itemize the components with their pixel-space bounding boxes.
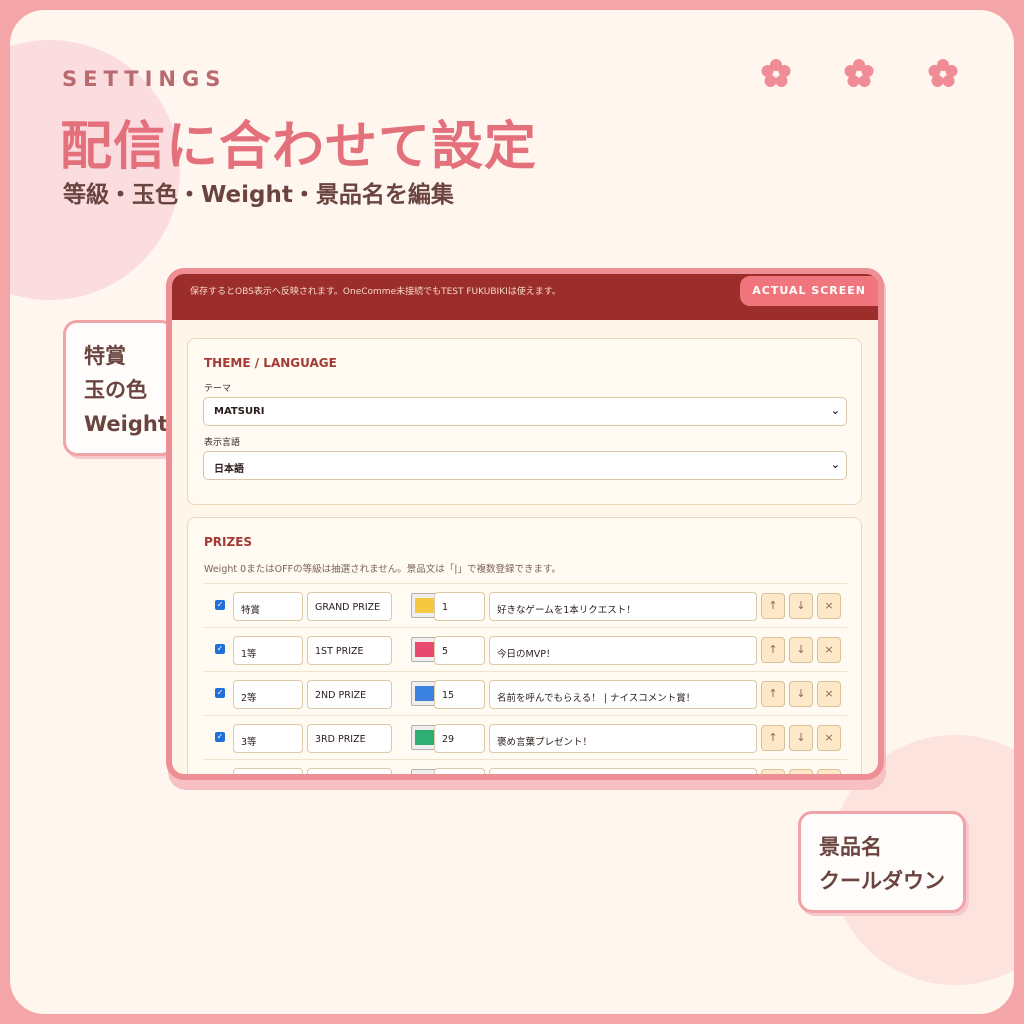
theme-select[interactable]: MATSURI ⌄ bbox=[203, 397, 847, 426]
grade-input[interactable]: 1等 bbox=[233, 636, 303, 665]
ball-color-swatch bbox=[415, 774, 437, 780]
weight-input[interactable]: 15 bbox=[434, 680, 485, 709]
chevron-down-icon: ⌄ bbox=[830, 404, 840, 417]
callout-item: クールダウン bbox=[819, 869, 945, 893]
arrow-down-icon[interactable]: ↓ bbox=[789, 769, 813, 774]
prizes-note: Weight 0またはOFFの等級は抽選されません。景品文は「|」で複数登録でき… bbox=[204, 564, 562, 575]
prize-row: ✓ 3等 3RD PRIZE 29 褒め言葉プレゼント！ ↑ ↓ × bbox=[203, 715, 847, 759]
close-icon[interactable]: × bbox=[817, 769, 841, 774]
theme-panel-title: THEME / LANGUAGE bbox=[204, 356, 337, 370]
prize-row: ✓ 特賞 GRAND PRIZE 1 好きなゲームを1本リクエスト！ ↑ ↓ × bbox=[203, 583, 847, 627]
sakura-icon bbox=[760, 58, 792, 90]
enabled-checkbox[interactable]: ✓ bbox=[215, 644, 225, 654]
feature-callout-left: 特賞 玉の色 Weight bbox=[63, 320, 175, 456]
chevron-down-icon: ⌄ bbox=[830, 458, 840, 471]
grade-input[interactable] bbox=[233, 768, 303, 774]
prize-name-input[interactable] bbox=[307, 768, 392, 774]
arrow-down-icon[interactable]: ↓ bbox=[789, 637, 813, 663]
eyebrow-label: SETTINGS bbox=[62, 67, 227, 91]
notice-text: 保存するとOBS表示へ反映されます。OneComme未接続でもTEST FUKU… bbox=[190, 287, 561, 297]
enabled-checkbox[interactable]: ✓ bbox=[215, 688, 225, 698]
enabled-checkbox[interactable]: ✓ bbox=[215, 732, 225, 742]
arrow-up-icon[interactable]: ↑ bbox=[761, 593, 785, 619]
weight-input[interactable]: 1 bbox=[434, 592, 485, 621]
language-select[interactable]: 日本語 ⌄ bbox=[203, 451, 847, 480]
actual-screen: 保存するとOBS表示へ反映されます。OneComme未接続でもTEST FUKU… bbox=[166, 268, 884, 780]
close-icon[interactable]: × bbox=[817, 637, 841, 663]
prize-text-input[interactable]: 好きなゲームを1本リクエスト！ bbox=[489, 592, 757, 621]
feature-callout-right: 景品名 クールダウン bbox=[798, 811, 966, 913]
arrow-up-icon[interactable]: ↑ bbox=[761, 637, 785, 663]
prize-name-input[interactable]: 2ND PRIZE bbox=[307, 680, 392, 709]
page-title: 配信に合わせて設定 bbox=[60, 117, 538, 177]
enabled-checkbox[interactable]: ✓ bbox=[215, 776, 225, 780]
prize-text-input[interactable]: 褒め言葉プレゼント！ bbox=[489, 724, 757, 753]
language-label: 表示言語 bbox=[204, 438, 241, 448]
prizes-panel: PRIZES Weight 0またはOFFの等級は抽選されません。景品文は「|」… bbox=[187, 517, 862, 780]
page-subtitle: 等級・玉色・Weight・景品名を編集 bbox=[63, 182, 454, 208]
actual-screen-badge: ACTUAL SCREEN bbox=[740, 276, 878, 306]
arrow-down-icon[interactable]: ↓ bbox=[789, 593, 813, 619]
sakura-icon bbox=[843, 58, 875, 90]
grade-input[interactable]: 2等 bbox=[233, 680, 303, 709]
theme-panel: THEME / LANGUAGE テーマ MATSURI ⌄ 表示言語 日本語 … bbox=[187, 338, 862, 505]
callout-item: 玉の色 bbox=[84, 378, 147, 402]
prize-name-input[interactable]: 1ST PRIZE bbox=[307, 636, 392, 665]
prize-name-input[interactable]: 3RD PRIZE bbox=[307, 724, 392, 753]
arrow-down-icon[interactable]: ↓ bbox=[789, 725, 813, 751]
language-select-value: 日本語 bbox=[214, 464, 244, 475]
prize-row: ✓ 1等 1ST PRIZE 5 今日のMVP！ ↑ ↓ × bbox=[203, 627, 847, 671]
enabled-checkbox[interactable]: ✓ bbox=[215, 600, 225, 610]
weight-input[interactable]: 5 bbox=[434, 636, 485, 665]
close-icon[interactable]: × bbox=[817, 681, 841, 707]
theme-label: テーマ bbox=[204, 384, 232, 394]
prize-text-input[interactable]: 名前を呼んでもらえる！ | ナイスコメント賞！ bbox=[489, 680, 757, 709]
close-icon[interactable]: × bbox=[817, 725, 841, 751]
promo-card: SETTINGS 配信に合わせて設定 等級・玉色・Weight・景品名を編集 特… bbox=[10, 10, 1014, 1014]
arrow-down-icon[interactable]: ↓ bbox=[789, 681, 813, 707]
arrow-up-icon[interactable]: ↑ bbox=[761, 769, 785, 774]
prize-row: ✓ ↑ ↓ × bbox=[203, 759, 847, 780]
callout-item: Weight bbox=[84, 412, 168, 436]
sakura-icon bbox=[927, 58, 959, 90]
prize-name-input[interactable]: GRAND PRIZE bbox=[307, 592, 392, 621]
callout-item: 特賞 bbox=[84, 344, 126, 368]
grade-input[interactable]: 3等 bbox=[233, 724, 303, 753]
weight-input[interactable]: 29 bbox=[434, 724, 485, 753]
prize-text-input[interactable] bbox=[489, 768, 757, 774]
close-icon[interactable]: × bbox=[817, 593, 841, 619]
weight-input[interactable] bbox=[434, 768, 485, 774]
prizes-panel-title: PRIZES bbox=[204, 535, 253, 549]
arrow-up-icon[interactable]: ↑ bbox=[761, 725, 785, 751]
arrow-up-icon[interactable]: ↑ bbox=[761, 681, 785, 707]
callout-item: 景品名 bbox=[819, 835, 882, 859]
prize-row: ✓ 2等 2ND PRIZE 15 名前を呼んでもらえる！ | ナイスコメント賞！ ↑ ↓ × bbox=[203, 671, 847, 715]
grade-input[interactable]: 特賞 bbox=[233, 592, 303, 621]
theme-select-value: MATSURI bbox=[214, 406, 265, 417]
prize-text-input[interactable]: 今日のMVP！ bbox=[489, 636, 757, 665]
